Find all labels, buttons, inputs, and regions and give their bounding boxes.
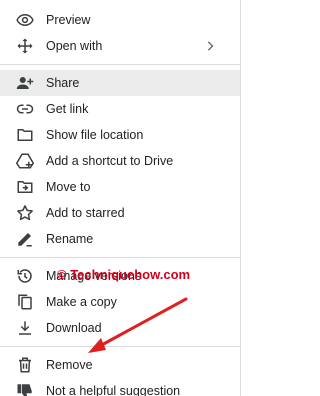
context-menu: Preview Open with Share Get link Show fi… — [0, 0, 241, 396]
thumbs-down-icon — [14, 380, 36, 396]
menu-item-label: Add to starred — [46, 206, 125, 220]
menu-item-label: Get link — [46, 102, 89, 116]
menu-divider — [0, 257, 240, 258]
menu-item-preview[interactable]: Preview — [0, 7, 240, 33]
menu-group-remove: Remove Not a helpful suggestion — [0, 352, 240, 396]
trash-icon — [14, 354, 36, 376]
download-icon — [14, 317, 36, 339]
menu-item-label: Not a helpful suggestion — [46, 384, 181, 396]
menu-item-move-to[interactable]: Move to — [0, 174, 240, 200]
menu-item-remove[interactable]: Remove — [0, 352, 240, 378]
menu-divider — [0, 64, 240, 65]
menu-divider — [0, 346, 240, 347]
copy-icon — [14, 291, 36, 313]
menu-item-add-shortcut[interactable]: Add a shortcut to Drive — [0, 148, 240, 174]
folder-icon — [14, 124, 36, 146]
menu-item-label: Download — [46, 321, 102, 335]
menu-item-make-a-copy[interactable]: Make a copy — [0, 289, 240, 315]
move-to-folder-icon — [14, 176, 36, 198]
menu-item-label: Show file location — [46, 128, 144, 142]
history-icon — [14, 265, 36, 287]
menu-item-download[interactable]: Download — [0, 315, 240, 341]
menu-item-label: Make a copy — [46, 295, 117, 309]
menu-item-add-to-starred[interactable]: Add to starred — [0, 200, 240, 226]
menu-item-show-file-location[interactable]: Show file location — [0, 122, 240, 148]
watermark-text: © Techniquehow.com — [57, 267, 191, 282]
menu-item-label: Add a shortcut to Drive — [46, 154, 174, 168]
menu-item-label: Share — [46, 76, 80, 90]
drive-shortcut-icon — [14, 150, 36, 172]
menu-item-share[interactable]: Share — [0, 70, 240, 96]
menu-item-label: Remove — [46, 358, 93, 372]
star-icon — [14, 202, 36, 224]
menu-item-open-with[interactable]: Open with — [0, 33, 240, 59]
menu-group-open: Preview Open with — [0, 7, 240, 59]
menu-item-label: Rename — [46, 232, 94, 246]
menu-item-label: Open with — [46, 39, 103, 53]
link-icon — [14, 98, 36, 120]
menu-item-label: Move to — [46, 180, 91, 194]
menu-group-organize: Share Get link Show file location Add a … — [0, 70, 240, 252]
move-arrows-icon — [14, 35, 36, 57]
chevron-right-icon — [206, 33, 214, 59]
pencil-icon — [14, 228, 36, 250]
menu-item-rename[interactable]: Rename — [0, 226, 240, 252]
menu-item-not-helpful[interactable]: Not a helpful suggestion — [0, 378, 240, 396]
menu-item-label: Preview — [46, 13, 91, 27]
person-add-icon — [14, 72, 36, 94]
menu-item-get-link[interactable]: Get link — [0, 96, 240, 122]
eye-icon — [14, 9, 36, 31]
